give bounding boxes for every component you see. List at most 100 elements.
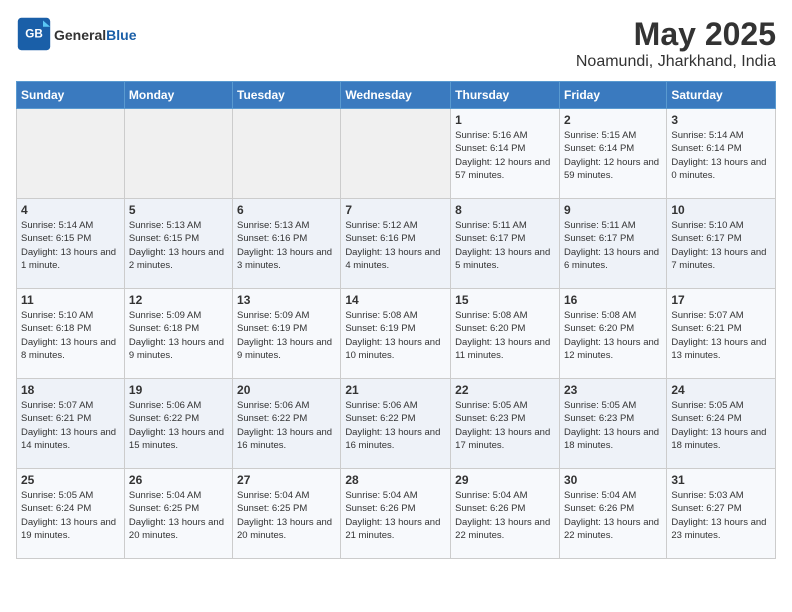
day-info-line: Daylight: 12 hours and 59 minutes. xyxy=(564,157,659,181)
day-info-line: Sunset: 6:14 PM xyxy=(564,143,634,154)
weekday-thursday: Thursday xyxy=(451,82,560,109)
day-info-line: Sunset: 6:25 PM xyxy=(237,503,307,514)
day-info-line: Sunset: 6:20 PM xyxy=(455,323,525,334)
day-info-line: Daylight: 13 hours and 9 minutes. xyxy=(237,337,332,361)
subtitle: Noamundi, Jharkhand, India xyxy=(576,53,776,71)
day-info: Sunrise: 5:15 AMSunset: 6:14 PMDaylight:… xyxy=(564,129,662,182)
day-cell: 27Sunrise: 5:04 AMSunset: 6:25 PMDayligh… xyxy=(233,469,341,559)
day-info-line: Sunset: 6:15 PM xyxy=(129,233,199,244)
day-info: Sunrise: 5:10 AMSunset: 6:18 PMDaylight:… xyxy=(21,309,120,362)
day-number: 6 xyxy=(237,203,336,217)
day-info-line: Sunrise: 5:06 AM xyxy=(129,400,201,411)
day-info-line: Sunset: 6:22 PM xyxy=(237,413,307,424)
day-info-line: Sunset: 6:26 PM xyxy=(564,503,634,514)
day-info-line: Sunrise: 5:05 AM xyxy=(564,400,636,411)
day-info: Sunrise: 5:03 AMSunset: 6:27 PMDaylight:… xyxy=(671,489,771,542)
day-cell: 20Sunrise: 5:06 AMSunset: 6:22 PMDayligh… xyxy=(233,379,341,469)
day-info: Sunrise: 5:09 AMSunset: 6:18 PMDaylight:… xyxy=(129,309,228,362)
day-info-line: Daylight: 13 hours and 16 minutes. xyxy=(345,427,440,451)
day-cell: 31Sunrise: 5:03 AMSunset: 6:27 PMDayligh… xyxy=(667,469,776,559)
day-info-line: Sunset: 6:21 PM xyxy=(21,413,91,424)
day-info: Sunrise: 5:08 AMSunset: 6:19 PMDaylight:… xyxy=(345,309,446,362)
day-cell: 21Sunrise: 5:06 AMSunset: 6:22 PMDayligh… xyxy=(341,379,451,469)
day-info: Sunrise: 5:06 AMSunset: 6:22 PMDaylight:… xyxy=(345,399,446,452)
day-info: Sunrise: 5:07 AMSunset: 6:21 PMDaylight:… xyxy=(671,309,771,362)
day-info-line: Daylight: 13 hours and 18 minutes. xyxy=(564,427,659,451)
day-info-line: Sunset: 6:14 PM xyxy=(671,143,741,154)
day-info: Sunrise: 5:10 AMSunset: 6:17 PMDaylight:… xyxy=(671,219,771,272)
day-info-line: Sunrise: 5:14 AM xyxy=(671,130,743,141)
day-cell: 14Sunrise: 5:08 AMSunset: 6:19 PMDayligh… xyxy=(341,289,451,379)
day-info-line: Sunset: 6:25 PM xyxy=(129,503,199,514)
day-info: Sunrise: 5:14 AMSunset: 6:15 PMDaylight:… xyxy=(21,219,120,272)
day-cell xyxy=(233,109,341,199)
day-info-line: Sunset: 6:15 PM xyxy=(21,233,91,244)
day-info-line: Sunrise: 5:03 AM xyxy=(671,490,743,501)
day-info-line: Sunset: 6:21 PM xyxy=(671,323,741,334)
day-info-line: Sunset: 6:22 PM xyxy=(129,413,199,424)
day-number: 11 xyxy=(21,293,120,307)
day-number: 7 xyxy=(345,203,446,217)
day-info-line: Daylight: 13 hours and 17 minutes. xyxy=(455,427,550,451)
day-info-line: Sunrise: 5:06 AM xyxy=(237,400,309,411)
day-cell xyxy=(17,109,125,199)
day-number: 5 xyxy=(129,203,228,217)
day-cell: 25 Sunrise: 5:05 AMSunset: 6:24 PMDayligh… xyxy=(17,469,125,559)
day-info-line: Sunrise: 5:11 AM xyxy=(455,220,527,231)
day-number: 30 xyxy=(564,473,662,487)
week-row-3: 11 Sunrise: 5:10 AMSunset: 6:18 PMDayligh… xyxy=(17,289,776,379)
week-row-4: 18Sunrise: 5:07 AMSunset: 6:21 PMDayligh… xyxy=(17,379,776,469)
day-info: Sunrise: 5:06 AMSunset: 6:22 PMDaylight:… xyxy=(237,399,336,452)
day-info-line: Sunset: 6:17 PM xyxy=(455,233,525,244)
day-info-line: Daylight: 12 hours and 57 minutes. xyxy=(455,157,550,181)
day-info-line: Sunrise: 5:13 AM xyxy=(237,220,309,231)
day-cell: 12 Sunrise: 5:09 AMSunset: 6:18 PMDayligh… xyxy=(124,289,232,379)
day-info-line: Sunrise: 5:08 AM xyxy=(345,310,417,321)
day-info: Sunrise: 5:05 AMSunset: 6:24 PMDaylight:… xyxy=(21,489,120,542)
day-number: 14 xyxy=(345,293,446,307)
day-cell: 16Sunrise: 5:08 AMSunset: 6:20 PMDayligh… xyxy=(559,289,666,379)
day-number: 4 xyxy=(21,203,120,217)
day-info-line: Daylight: 13 hours and 20 minutes. xyxy=(237,517,332,541)
day-cell: 22Sunrise: 5:05 AMSunset: 6:23 PMDayligh… xyxy=(451,379,560,469)
day-info-line: Daylight: 13 hours and 19 minutes. xyxy=(21,517,116,541)
day-number: 26 xyxy=(129,473,228,487)
day-info-line: Sunrise: 5:12 AM xyxy=(345,220,417,231)
day-info-line: Sunrise: 5:04 AM xyxy=(455,490,527,501)
day-info: Sunrise: 5:05 AMSunset: 6:24 PMDaylight:… xyxy=(671,399,771,452)
day-info-line: Daylight: 13 hours and 8 minutes. xyxy=(21,337,116,361)
day-cell: 19Sunrise: 5:06 AMSunset: 6:22 PMDayligh… xyxy=(124,379,232,469)
day-info-line: Sunset: 6:20 PM xyxy=(564,323,634,334)
day-cell: 26Sunrise: 5:04 AMSunset: 6:25 PMDayligh… xyxy=(124,469,232,559)
day-info: Sunrise: 5:09 AMSunset: 6:19 PMDaylight:… xyxy=(237,309,336,362)
svg-text:GB: GB xyxy=(25,28,43,41)
day-number: 29 xyxy=(455,473,555,487)
day-number: 12 xyxy=(129,293,228,307)
week-row-5: 25 Sunrise: 5:05 AMSunset: 6:24 PMDayligh… xyxy=(17,469,776,559)
day-number: 2 xyxy=(564,113,662,127)
day-cell: 29Sunrise: 5:04 AMSunset: 6:26 PMDayligh… xyxy=(451,469,560,559)
day-info-line: Sunset: 6:19 PM xyxy=(345,323,415,334)
day-info-line: Sunset: 6:24 PM xyxy=(671,413,741,424)
day-info-line: Daylight: 13 hours and 13 minutes. xyxy=(671,337,766,361)
day-info: Sunrise: 5:12 AMSunset: 6:16 PMDaylight:… xyxy=(345,219,446,272)
day-info-line: Sunset: 6:16 PM xyxy=(345,233,415,244)
day-cell: 10Sunrise: 5:10 AMSunset: 6:17 PMDayligh… xyxy=(667,199,776,289)
day-info-line: Sunset: 6:17 PM xyxy=(564,233,634,244)
day-info-line: Daylight: 13 hours and 18 minutes. xyxy=(671,427,766,451)
day-number: 3 xyxy=(671,113,771,127)
logo: GB GeneralBlue xyxy=(16,16,136,52)
day-info-line: Sunset: 6:27 PM xyxy=(671,503,741,514)
day-info: Sunrise: 5:13 AMSunset: 6:16 PMDaylight:… xyxy=(237,219,336,272)
day-cell: 2 Sunrise: 5:15 AMSunset: 6:14 PMDaylight… xyxy=(559,109,666,199)
day-info-line: Daylight: 13 hours and 20 minutes. xyxy=(129,517,224,541)
day-number: 15 xyxy=(455,293,555,307)
day-cell: 11 Sunrise: 5:10 AMSunset: 6:18 PMDayligh… xyxy=(17,289,125,379)
weekday-header-row: SundayMondayTuesdayWednesdayThursdayFrid… xyxy=(17,82,776,109)
day-number: 25 xyxy=(21,473,120,487)
logo-general: General xyxy=(54,27,106,43)
day-info-line: Sunrise: 5:08 AM xyxy=(455,310,527,321)
day-info-line: Sunrise: 5:04 AM xyxy=(237,490,309,501)
day-info-line: Sunrise: 5:04 AM xyxy=(345,490,417,501)
day-cell: 24Sunrise: 5:05 AMSunset: 6:24 PMDayligh… xyxy=(667,379,776,469)
